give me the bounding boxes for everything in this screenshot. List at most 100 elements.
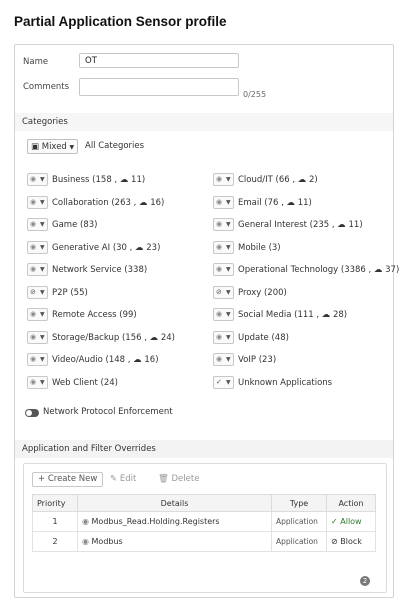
chevron-down-icon: ▼ <box>226 311 231 318</box>
chevron-down-icon: ▼ <box>40 356 45 363</box>
chevron-down-icon: ▼ <box>40 333 45 341</box>
category-label: Email (76 , ☁ 11) <box>238 197 312 208</box>
category-action-button[interactable]: ⊘ ▼ <box>27 285 48 299</box>
category-label: Web Client (24) <box>52 377 118 388</box>
category-label: Game (83) <box>52 220 98 230</box>
category-label: Mobile (3) <box>238 242 281 253</box>
category-label: Remote Access (99) <box>52 310 137 320</box>
category-action-button[interactable]: ◉ ▼ <box>27 330 48 344</box>
protocol-enforcement-label: Network Protocol Enforcement <box>43 407 173 417</box>
category-action-button[interactable]: ◉ ▼ <box>213 353 234 366</box>
category-item: ◉ ▼ Storage/Backup (156 , ☁ 24) <box>27 330 175 346</box>
comments-label: Comments <box>23 82 70 92</box>
chevron-down-icon: ▼ <box>226 198 231 206</box>
table-row[interactable]: 1 ◉ Modbus_Read.Holding.Registers Applic… <box>32 511 376 532</box>
overrides-header: Application and Filter Overrides <box>15 440 393 458</box>
row-action: ⊘ Block <box>326 531 376 552</box>
category-label: Social Media (111 , ☁ 28) <box>238 310 348 320</box>
monitor-icon: ◉ <box>30 220 37 228</box>
category-label: Business (158 , ☁ 11) <box>52 175 146 185</box>
category-item: ✓ ▼ Unknown Applications <box>213 375 333 391</box>
row-details: ◉ Modbus_Read.Holding.Registers <box>77 511 272 532</box>
monitor-icon: ◉ <box>216 355 223 363</box>
category-action-button[interactable]: ◉ ▼ <box>27 375 48 389</box>
chevron-down-icon: ▼ <box>226 333 231 341</box>
edit-label: Edit <box>119 474 137 484</box>
row-details-label: Modbus <box>91 537 123 546</box>
table-row[interactable]: 2 ◉ Modbus Application ⊘ Block <box>32 531 376 552</box>
category-label: Operational Technology (3386 , ☁ 37) <box>238 265 400 275</box>
category-action-button[interactable]: ◉ ▼ <box>27 240 48 254</box>
category-item: ◉ ▼ Operational Technology (3386 , ☁ 37) <box>213 263 399 278</box>
category-label: Unknown Applications <box>238 377 333 388</box>
monitor-icon: ◉ <box>216 197 223 206</box>
overrides-panel: + Create New ✎ Edit 🗑 Delete Priority De… <box>23 463 387 593</box>
category-action-button[interactable]: ◉ ▼ <box>27 263 48 276</box>
category-item: ⊘ ▼ Proxy (200) <box>213 285 287 301</box>
all-categories-action-label: Mixed <box>41 142 67 152</box>
column-action[interactable]: Action <box>326 494 376 512</box>
category-action-button[interactable]: ◉ ▼ <box>27 353 48 366</box>
category-label: Video/Audio (148 , ☁ 16) <box>52 355 159 365</box>
edit-button[interactable]: ✎ Edit <box>104 472 143 487</box>
category-action-button[interactable]: ◉ ▼ <box>27 173 48 186</box>
chevron-down-icon: ▼ <box>226 266 231 273</box>
row-details-label: Modbus_Read.Holding.Registers <box>91 517 220 526</box>
monitor-icon: ◉ <box>216 265 223 273</box>
monitor-icon: ◉ <box>216 332 223 341</box>
chevron-down-icon: ▼ <box>40 243 45 251</box>
chevron-down-icon: ▼ <box>40 221 45 228</box>
chevron-down-icon: ▼ <box>40 311 45 318</box>
overrides-table: Priority Details Type Action 1 ◉ Modbus_… <box>32 494 376 552</box>
name-input[interactable]: OT <box>79 53 239 68</box>
row-type: Application <box>271 531 327 552</box>
chevron-down-icon: ▼ <box>69 144 75 151</box>
category-action-button[interactable]: ◉ ▼ <box>213 195 234 209</box>
category-label: Cloud/IT (66 , ☁ 2) <box>238 175 318 185</box>
chevron-down-icon: ▼ <box>40 378 45 386</box>
chevron-down-icon: ▼ <box>226 378 231 386</box>
create-new-button[interactable]: + Create New <box>32 472 104 487</box>
profile-panel: Name OT Comments 0/255 Categories ▣ Mixe… <box>14 44 399 598</box>
delete-label: Delete <box>171 474 200 484</box>
block-icon: ⊘ <box>216 287 222 296</box>
category-action-button[interactable]: ⊘ ▼ <box>213 285 234 299</box>
category-action-button[interactable]: ◉ ▼ <box>213 263 234 276</box>
column-details[interactable]: Details <box>77 494 272 512</box>
category-action-button[interactable]: ◉ ▼ <box>213 308 234 321</box>
name-label: Name <box>23 57 49 67</box>
page-title: Partial Application Sensor profile <box>14 14 227 29</box>
category-action-button[interactable]: ◉ ▼ <box>213 330 234 344</box>
pencil-icon: ✎ <box>110 474 118 484</box>
monitor-icon: ◉ <box>216 220 223 228</box>
delete-button[interactable]: 🗑 Delete <box>152 472 206 487</box>
comments-textarea[interactable] <box>79 78 239 96</box>
chevron-down-icon: ▼ <box>226 288 231 296</box>
category-label: Generative AI (30 , ☁ 23) <box>52 242 161 253</box>
monitor-icon: ◉ <box>30 332 37 341</box>
category-item: ◉ ▼ Business (158 , ☁ 11) <box>27 173 145 188</box>
monitor-icon: ◉ <box>30 310 37 318</box>
all-categories-action-button[interactable]: ▣ Mixed ▼ <box>27 139 79 154</box>
category-action-button[interactable]: ◉ ▼ <box>213 218 234 231</box>
category-label: Collaboration (263 , ☁ 16) <box>52 197 165 208</box>
category-action-button[interactable]: ◉ ▼ <box>27 308 48 321</box>
monitor-icon: ◉ <box>30 377 37 386</box>
category-label: General Interest (235 , ☁ 11) <box>238 220 363 230</box>
category-item: ◉ ▼ Social Media (111 , ☁ 28) <box>213 308 347 323</box>
column-type[interactable]: Type <box>271 494 327 512</box>
category-item: ◉ ▼ Collaboration (263 , ☁ 16) <box>27 195 165 211</box>
monitor-icon: ◉ <box>216 310 223 318</box>
protocol-enforcement-toggle[interactable] <box>25 409 39 417</box>
category-action-button[interactable]: ◉ ▼ <box>27 218 48 231</box>
category-label: VoIP (23) <box>238 355 277 365</box>
column-priority[interactable]: Priority <box>32 494 78 512</box>
category-item: ◉ ▼ Web Client (24) <box>27 375 118 391</box>
application-icon: ◉ <box>82 537 89 546</box>
category-action-button[interactable]: ◉ ▼ <box>213 240 234 254</box>
category-action-button[interactable]: ◉ ▼ <box>27 195 48 209</box>
allow-icon: ✓ <box>216 377 222 386</box>
category-action-button[interactable]: ✓ ▼ <box>213 375 234 389</box>
layers-icon: ▣ <box>31 142 40 152</box>
category-action-button[interactable]: ◉ ▼ <box>213 173 234 186</box>
